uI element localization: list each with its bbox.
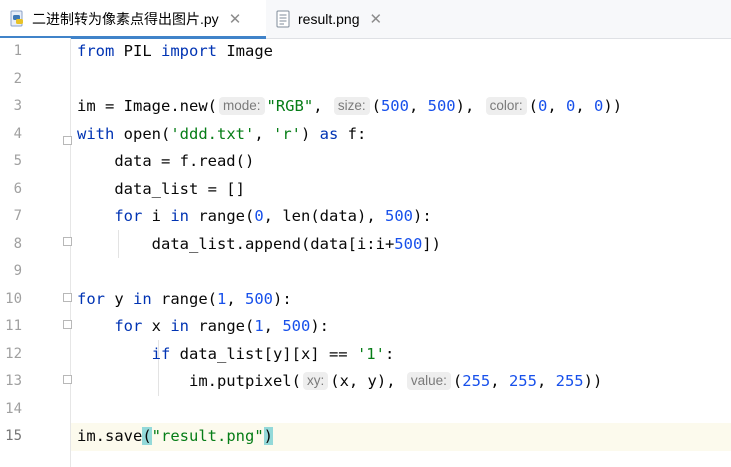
python-file-icon bbox=[10, 10, 23, 27]
tab-python-file[interactable]: 二进制转为像素点得出图片.py ✕ bbox=[0, 0, 266, 39]
image-file-icon bbox=[276, 10, 290, 28]
code-line-8[interactable]: data_list.append(data[i:i+500]) bbox=[71, 231, 731, 259]
close-icon[interactable]: ✕ bbox=[369, 10, 382, 28]
tab-label: result.png bbox=[298, 11, 360, 27]
code-line-12[interactable]: if data_list[y][x] == '1': bbox=[71, 341, 731, 369]
line-number: 14 bbox=[5, 400, 22, 417]
matched-brace: ( bbox=[142, 427, 152, 445]
code-line-6[interactable]: data_list = [] bbox=[71, 176, 731, 204]
code-line-11[interactable]: for x in range(1, 500): bbox=[71, 313, 731, 341]
line-number: 12 bbox=[5, 345, 22, 362]
code-line-13[interactable]: im.putpixel(xy: (x, y), value: (255, 255, … bbox=[71, 368, 731, 396]
line-number: 15 bbox=[5, 428, 22, 444]
tab-result-png[interactable]: result.png ✕ bbox=[266, 0, 416, 38]
parameter-hint: xy: bbox=[302, 372, 329, 390]
line-number: 10 bbox=[5, 290, 22, 307]
code-line-15[interactable]: im.save("result.png") bbox=[71, 423, 731, 451]
matched-brace: ) bbox=[263, 427, 273, 445]
code-line-4[interactable]: with open('ddd.txt', 'r') as f: bbox=[71, 121, 731, 149]
line-number: 7 bbox=[13, 208, 22, 224]
line-number: 8 bbox=[13, 235, 22, 252]
tab-label: 二进制转为像素点得出图片.py bbox=[32, 11, 219, 27]
line-number: 6 bbox=[13, 180, 22, 197]
line-number: 5 bbox=[13, 153, 22, 169]
parameter-hint: value: bbox=[406, 372, 451, 390]
line-number-gutter: 1 2 3 4 5 6 7 8 9 10 11 12 13 14 15 bbox=[0, 38, 72, 467]
code-line-1[interactable]: from PIL import Image bbox=[71, 38, 731, 66]
line-number: 13 bbox=[5, 373, 22, 389]
parameter-hint: color: bbox=[485, 97, 527, 115]
line-number: 3 bbox=[13, 98, 22, 114]
close-icon[interactable]: ✕ bbox=[229, 10, 242, 28]
parameter-hint: size: bbox=[333, 97, 370, 115]
line-number: 11 bbox=[5, 318, 22, 334]
parameter-hint: mode: bbox=[218, 97, 265, 115]
line-number: 9 bbox=[13, 263, 22, 279]
code-line-10[interactable]: for y in range(1, 500): bbox=[71, 286, 731, 314]
code-line-5[interactable]: data = f.read() bbox=[71, 148, 731, 176]
line-number: 4 bbox=[13, 125, 22, 142]
code-line-7[interactable]: for i in range(0, len(data), 500): bbox=[71, 203, 731, 231]
code-line-3[interactable]: im = Image.new(mode: "RGB", size: (500, 50… bbox=[71, 93, 731, 121]
line-number: 1 bbox=[13, 43, 22, 59]
editor-tab-bar: 二进制转为像素点得出图片.py ✕ result.png ✕ bbox=[0, 0, 731, 39]
code-editor[interactable]: 1 2 3 4 5 6 7 8 9 10 11 12 13 14 15 from… bbox=[0, 38, 731, 467]
line-number: 2 bbox=[13, 70, 22, 87]
